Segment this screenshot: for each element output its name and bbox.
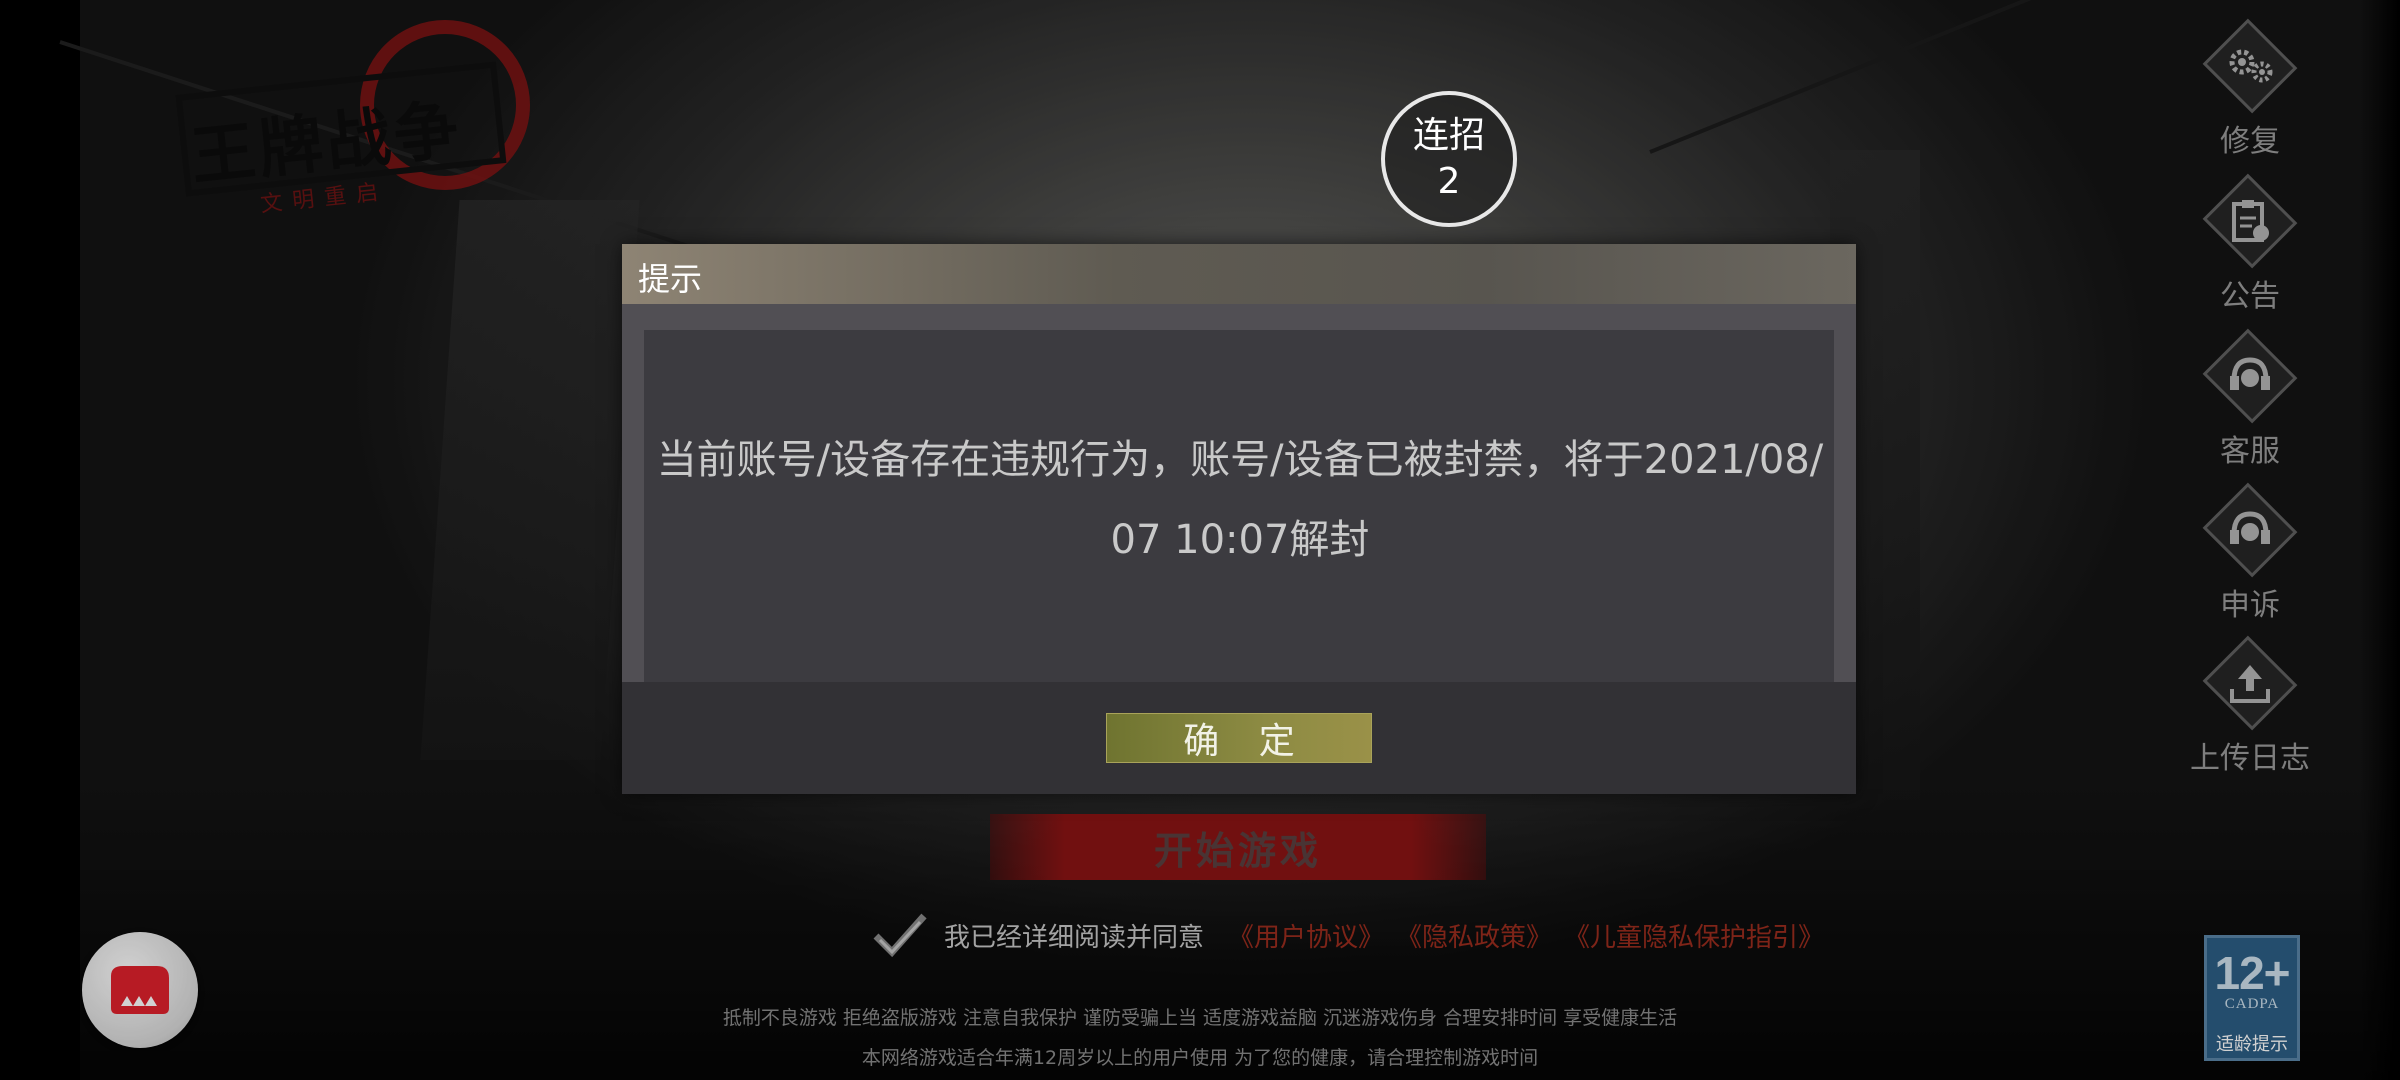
game-login-screen: 王牌战争 文明重启 开始游戏 我已经详细阅读并同意 《用户协议》 《隐私政策》 … <box>0 0 2400 1080</box>
dialog-message: 当前账号/设备存在违规行为，账号/设备已被封禁，将于2021/08/07 10:… <box>656 437 1824 563</box>
combo-count: 2 <box>1437 161 1461 202</box>
combo-label: 连招 <box>1412 115 1485 156</box>
dialog-title: 提示 <box>638 260 703 298</box>
dialog-titlebar: 提示 <box>622 244 1856 304</box>
combo-indicator: 连招 2 <box>1381 91 1517 227</box>
confirm-button[interactable]: 确 定 <box>1106 713 1372 763</box>
